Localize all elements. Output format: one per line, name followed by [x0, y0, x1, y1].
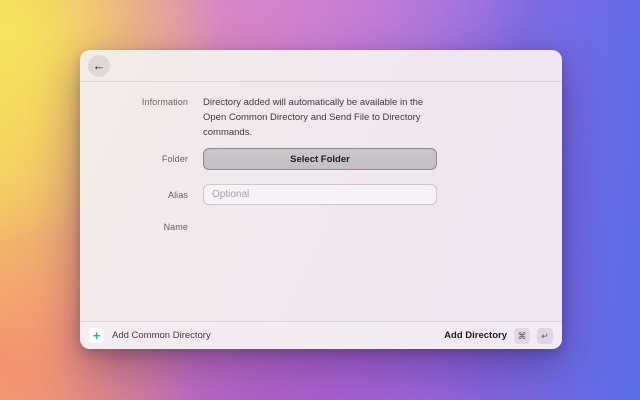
return-key-icon: ↵: [537, 327, 553, 344]
alias-label: Alias: [167, 189, 188, 200]
add-directory-label: Add Directory: [444, 330, 507, 341]
folder-row: Folder Select Folder: [80, 148, 562, 170]
desktop-background: ← Information Directory added will autom…: [0, 0, 640, 400]
window-header: ←: [80, 50, 562, 82]
back-arrow-icon: ←: [92, 57, 106, 73]
information-text-line: Directory added will automatically be av…: [203, 97, 424, 108]
add-directory-button[interactable]: Add Directory ⌘ ↵: [444, 327, 553, 344]
window-footer: + Add Common Directory Add Directory ⌘ ↵: [80, 321, 562, 349]
command-key-icon: ⌘: [514, 327, 530, 344]
information-label: Information: [141, 97, 188, 107]
back-button[interactable]: ←: [88, 54, 110, 77]
form-area: Information Directory added will automat…: [80, 82, 562, 321]
information-text-line: commands.: [203, 127, 253, 138]
add-common-directory-label: Add Common Directory: [112, 330, 211, 341]
add-directory-window: ← Information Directory added will autom…: [80, 50, 562, 349]
information-text-line: Open Common Directory and Send File to D…: [203, 112, 421, 123]
alias-input[interactable]: [203, 184, 437, 205]
name-value: [203, 221, 437, 233]
add-common-directory-button[interactable]: + Add Common Directory: [89, 328, 211, 343]
name-label: Name: [163, 222, 188, 232]
name-row: Name: [80, 221, 562, 233]
information-row: Information Directory added will automat…: [80, 95, 562, 140]
plus-icon: +: [89, 328, 104, 343]
alias-row: Alias: [80, 184, 562, 205]
information-text: Directory added will automatically be av…: [203, 95, 437, 140]
select-folder-button[interactable]: Select Folder: [203, 148, 437, 170]
folder-label: Folder: [161, 154, 188, 164]
